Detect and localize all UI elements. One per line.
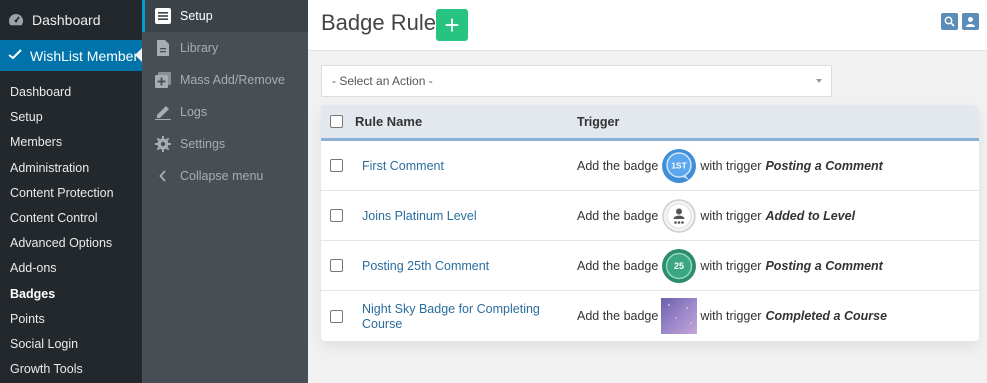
wishlist-check-icon [8, 48, 22, 63]
submenu-item-add-ons[interactable]: Add-ons [0, 256, 142, 281]
plugin-nav-library[interactable]: Library [142, 32, 308, 64]
file-icon [154, 39, 172, 57]
badge-25th-comment-icon: 25 [661, 248, 697, 284]
table-row: Night Sky Badge for Completing Course Ad… [321, 291, 979, 341]
plugin-nav-setup[interactable]: Setup [142, 0, 308, 32]
submenu-item-administration[interactable]: Administration [0, 156, 142, 181]
pencil-icon [154, 103, 172, 121]
badge-first-comment-text: 1ST [672, 160, 688, 170]
plugin-nav-logs-label: Logs [180, 105, 208, 119]
row-checkbox-cell [321, 259, 355, 272]
trigger-middle: with trigger [700, 258, 762, 273]
action-select-value: - Select an Action - [332, 74, 433, 88]
rule-name-link[interactable]: Joins Platinum Level [362, 209, 477, 223]
action-select[interactable]: - Select an Action - [321, 65, 832, 97]
plugin-nav-collapse[interactable]: Collapse menu [142, 160, 308, 192]
submenu-item-growth-tools[interactable]: Growth Tools [0, 357, 142, 382]
active-menu-pointer [135, 48, 142, 62]
header-icons [941, 13, 979, 30]
row-checkbox-cell [321, 209, 355, 222]
rule-name-link[interactable]: First Comment [362, 159, 444, 173]
user-icon[interactable] [962, 13, 979, 30]
trigger-type: Posting a Comment [765, 158, 883, 173]
main-content: Badge Rules + - Select an Action - Rule … [308, 0, 987, 383]
plugin-sidebar: Setup Library Mass Add/Remove Logs Setti… [142, 0, 308, 383]
trigger-cell: Add the badge with trigger Added to Leve… [577, 198, 979, 234]
submenu-item-content-control[interactable]: Content Control [0, 206, 142, 231]
trigger-type: Completed a Course [765, 309, 888, 323]
column-header-trigger: Trigger [577, 114, 620, 129]
list-icon [154, 7, 172, 25]
plugin-nav-library-label: Library [180, 41, 219, 55]
submenu-item-setup[interactable]: Setup [0, 105, 142, 130]
badge-rules-table: Rule Name Trigger First Comment Add the … [321, 105, 979, 341]
trigger-prefix: Add the badge [577, 258, 659, 273]
trigger-cell: Add the badge with trigger Completed a C… [577, 298, 979, 334]
wp-admin-sidebar: Dashboard WishList Member Dashboard Setu… [0, 0, 142, 383]
rule-name-cell: First Comment [355, 158, 577, 173]
trigger-middle: with trigger [700, 158, 762, 173]
badge-platinum-level-icon [661, 198, 697, 234]
chevron-left-icon [154, 167, 172, 185]
wp-menu-dashboard[interactable]: Dashboard [0, 0, 142, 40]
row-checkbox-cell [321, 159, 355, 172]
row-checkbox[interactable] [330, 309, 343, 323]
row-checkbox[interactable] [330, 209, 343, 222]
trigger-prefix: Add the badge [577, 309, 659, 323]
submenu-item-points[interactable]: Points [0, 307, 142, 332]
trigger-cell: Add the badge 1ST with trigger Posting a… [577, 148, 979, 184]
trigger-prefix: Add the badge [577, 158, 659, 173]
table-row: First Comment Add the badge 1ST with tri… [321, 141, 979, 191]
table-header: Rule Name Trigger [321, 105, 979, 141]
row-checkbox[interactable] [330, 159, 343, 172]
trigger-prefix: Add the badge [577, 208, 659, 223]
plugin-nav-settings[interactable]: Settings [142, 128, 308, 160]
add-badge-rule-button[interactable]: + [436, 9, 468, 41]
submenu-item-dashboard[interactable]: Dashboard [0, 80, 142, 105]
plus-box-icon [154, 71, 172, 89]
plugin-nav-setup-label: Setup [180, 9, 213, 23]
submenu-item-social-login[interactable]: Social Login [0, 332, 142, 357]
trigger-type: Added to Level [765, 208, 856, 223]
gear-icon [154, 135, 172, 153]
column-header-rule-name: Rule Name [355, 114, 423, 129]
badge-night-sky-image [661, 298, 698, 334]
submenu-item-advanced-options[interactable]: Advanced Options [0, 231, 142, 256]
plugin-nav-logs[interactable]: Logs [142, 96, 308, 128]
badge-25-text: 25 [674, 261, 684, 271]
wp-menu-wishlist-label: WishList Member [30, 47, 139, 64]
search-icon[interactable] [941, 13, 958, 30]
trigger-middle: with trigger [700, 309, 762, 323]
plugin-nav-settings-label: Settings [180, 137, 226, 151]
badge-first-comment-icon: 1ST [661, 148, 697, 184]
select-all-checkbox[interactable] [330, 115, 343, 128]
rule-name-cell: Night Sky Badge for Completing Course [355, 301, 577, 331]
row-checkbox[interactable] [330, 259, 343, 272]
rule-name-link[interactable]: Night Sky Badge for Completing Course [362, 302, 540, 331]
submenu-item-badges[interactable]: Badges [0, 282, 142, 307]
trigger-type: Posting a Comment [765, 258, 883, 273]
wp-menu-wishlist-member[interactable]: WishList Member [0, 40, 142, 71]
page-header: Badge Rules + [308, 0, 987, 51]
rule-name-link[interactable]: Posting 25th Comment [362, 259, 489, 273]
plugin-nav-mass-add-remove-label: Mass Add/Remove [180, 73, 285, 87]
page-title: Badge Rules [321, 10, 447, 35]
row-checkbox-cell [321, 309, 355, 323]
plugin-nav-collapse-label: Collapse menu [180, 169, 264, 183]
table-row: Joins Platinum Level Add the badge with … [321, 191, 979, 241]
rule-name-cell: Posting 25th Comment [355, 258, 577, 273]
chevron-down-icon [816, 79, 822, 83]
submenu-item-members[interactable]: Members [0, 130, 142, 155]
wishlist-submenu: Dashboard Setup Members Administration C… [0, 71, 142, 382]
wp-menu-dashboard-label: Dashboard [32, 12, 101, 28]
trigger-cell: Add the badge 25 with trigger Posting a … [577, 248, 979, 284]
submenu-item-content-protection[interactable]: Content Protection [0, 181, 142, 206]
rule-name-cell: Joins Platinum Level [355, 208, 577, 223]
dashboard-gauge-icon [8, 12, 24, 28]
plugin-nav-mass-add-remove[interactable]: Mass Add/Remove [142, 64, 308, 96]
table-row: Posting 25th Comment Add the badge 25 wi… [321, 241, 979, 291]
header-checkbox-cell [321, 115, 355, 128]
trigger-middle: with trigger [700, 208, 762, 223]
